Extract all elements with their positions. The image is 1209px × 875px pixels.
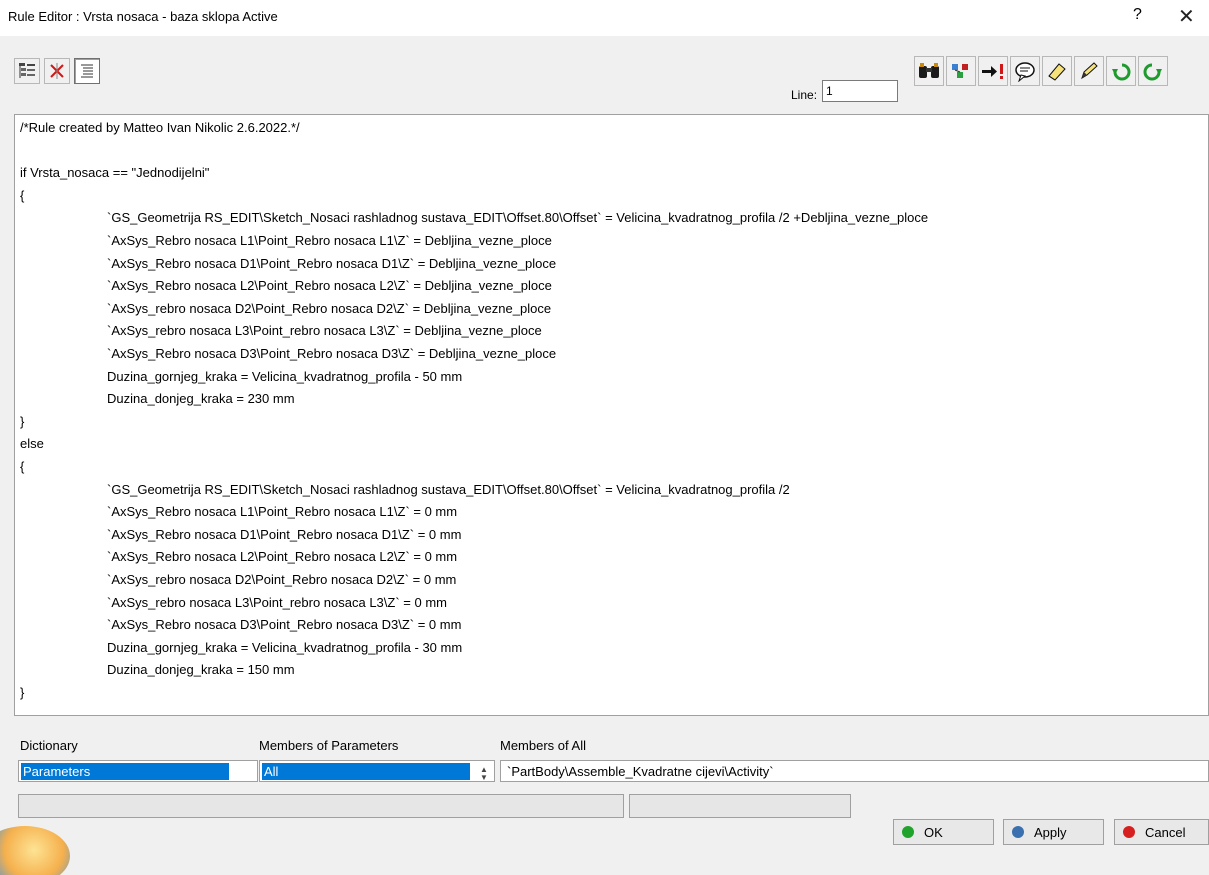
rule-code-editor[interactable]: /*Rule created by Matteo Ivan Nikolic 2.… xyxy=(14,114,1209,716)
undo-button[interactable] xyxy=(1106,56,1136,86)
erase-button[interactable] xyxy=(1042,56,1072,86)
window-title: Rule Editor : Vrsta nosaca - baza sklopa… xyxy=(8,9,278,24)
list-spinner[interactable]: ▲ ▼ xyxy=(473,763,495,785)
code-line[interactable]: `AxSys_Rebro nosaca D3\Point_Rebro nosac… xyxy=(107,343,556,365)
object-browser-icon xyxy=(952,64,968,78)
close-button[interactable]: ✕ xyxy=(1178,4,1195,29)
code-line[interactable]: if Vrsta_nosaca == "Jednodijelni" xyxy=(20,162,209,184)
code-line[interactable]: Duzina_gornjeg_kraka = Velicina_kvadratn… xyxy=(107,366,462,388)
code-line[interactable]: /*Rule created by Matteo Ivan Nikolic 2.… xyxy=(20,117,300,139)
code-line[interactable]: { xyxy=(20,456,24,478)
members-of-all-list[interactable]: `PartBody\Assemble_Kvadratne cijevi\Acti… xyxy=(500,760,1209,782)
apply-button[interactable]: Apply xyxy=(1003,819,1104,845)
code-line[interactable]: `AxSys_Rebro nosaca D3\Point_Rebro nosac… xyxy=(107,614,461,636)
code-line[interactable]: `AxSys_Rebro nosaca L1\Point_Rebro nosac… xyxy=(107,230,552,252)
ok-button[interactable]: OK xyxy=(893,819,994,845)
redo-icon xyxy=(1143,63,1162,81)
catia-logo-globe xyxy=(0,826,70,875)
go-to-error-button[interactable] xyxy=(978,56,1008,86)
code-line[interactable]: `AxSys_Rebro nosaca D1\Point_Rebro nosac… xyxy=(107,253,556,275)
code-line[interactable]: else xyxy=(20,433,44,455)
tree-view-icon xyxy=(19,63,35,78)
cancel-label: Cancel xyxy=(1145,824,1186,840)
rule-editor-dialog: Line: 1 /*Rule created by Matteo Ivan Ni… xyxy=(0,36,1209,875)
spinner-down-icon[interactable]: ▼ xyxy=(480,774,488,782)
comment-button[interactable] xyxy=(1010,56,1040,86)
dictionary-list[interactable]: Parameters xyxy=(18,760,258,782)
cross-out-icon xyxy=(50,63,64,79)
apply-dot-icon xyxy=(1012,826,1024,838)
code-line[interactable]: `AxSys_Rebro nosaca L1\Point_Rebro nosac… xyxy=(107,501,457,523)
code-line[interactable]: `AxSys_Rebro nosaca L2\Point_Rebro nosac… xyxy=(107,546,457,568)
code-line[interactable]: `AxSys_rebro nosaca L3\Point_rebro nosac… xyxy=(107,320,542,342)
code-line[interactable]: `AxSys_rebro nosaca D2\Point_Rebro nosac… xyxy=(107,569,456,591)
code-line[interactable]: `AxSys_rebro nosaca L3\Point_rebro nosac… xyxy=(107,592,447,614)
code-line[interactable]: } xyxy=(20,411,24,433)
code-line[interactable]: { xyxy=(20,185,24,207)
code-line[interactable]: `GS_Geometrija RS_EDIT\Sketch_Nosaci ras… xyxy=(107,207,928,229)
code-line[interactable]: Duzina_donjeg_kraka = 150 mm xyxy=(107,659,295,681)
ok-label: OK xyxy=(924,824,943,840)
text-view-button[interactable] xyxy=(74,58,100,84)
binoculars-search-icon xyxy=(919,63,939,78)
code-line[interactable]: `GS_Geometrija RS_EDIT\Sketch_Nosaci ras… xyxy=(107,479,790,501)
cancel-dot-icon xyxy=(1123,826,1135,838)
undo-icon xyxy=(1112,63,1131,81)
members-of-parameters-list[interactable]: All xyxy=(259,760,495,782)
line-number-input[interactable] xyxy=(822,80,898,102)
text-view-icon xyxy=(81,64,93,78)
cancel-button[interactable]: Cancel xyxy=(1114,819,1209,845)
search-button[interactable] xyxy=(914,56,944,86)
dictionary-label: Dictionary xyxy=(20,738,78,753)
eraser-icon xyxy=(1048,63,1066,81)
code-line[interactable]: Duzina_donjeg_kraka = 230 mm xyxy=(107,388,295,410)
ok-dot-icon xyxy=(902,826,914,838)
status-field-left xyxy=(18,794,624,818)
code-line[interactable]: `AxSys_Rebro nosaca D1\Point_Rebro nosac… xyxy=(107,524,461,546)
help-button[interactable]: ? xyxy=(1133,6,1142,24)
title-bar: Rule Editor : Vrsta nosaca - baza sklopa… xyxy=(0,0,1209,36)
apply-label: Apply xyxy=(1034,824,1067,840)
exclude-button[interactable] xyxy=(44,58,70,84)
comment-icon xyxy=(1015,62,1035,82)
members-of-parameters-selected-item[interactable]: All xyxy=(262,763,470,780)
edit-button[interactable] xyxy=(1074,56,1104,86)
code-line[interactable]: } xyxy=(20,682,24,704)
members-of-all-label: Members of All xyxy=(500,738,586,753)
redo-button[interactable] xyxy=(1138,56,1168,86)
tree-view-button[interactable] xyxy=(14,58,40,84)
line-label: Line: xyxy=(791,88,818,102)
status-field-right xyxy=(629,794,851,818)
dictionary-selected-item[interactable]: Parameters xyxy=(21,763,229,780)
code-line[interactable]: `AxSys_rebro nosaca D2\Point_Rebro nosac… xyxy=(107,298,551,320)
pencil-icon xyxy=(1081,62,1098,80)
members-of-all-item[interactable]: `PartBody\Assemble_Kvadratne cijevi\Acti… xyxy=(507,763,774,780)
members-of-parameters-label: Members of Parameters xyxy=(259,738,399,753)
go-to-error-icon xyxy=(982,64,1003,79)
code-line[interactable]: Duzina_gornjeg_kraka = Velicina_kvadratn… xyxy=(107,637,462,659)
object-browser-button[interactable] xyxy=(946,56,976,86)
code-line[interactable]: `AxSys_Rebro nosaca L2\Point_Rebro nosac… xyxy=(107,275,552,297)
